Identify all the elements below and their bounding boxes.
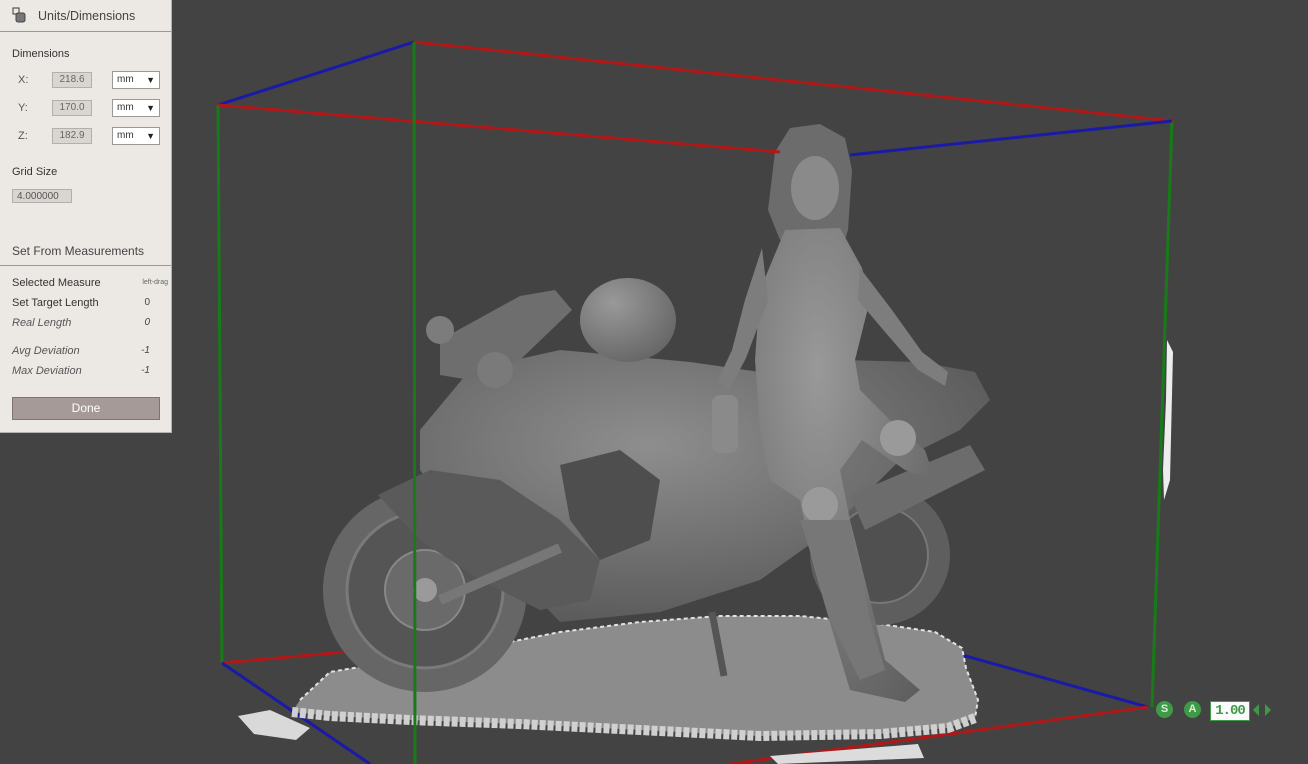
selected-measure-hint: left-drag xyxy=(142,279,168,286)
z-label: Z: xyxy=(18,130,28,142)
x-unit-value: mm xyxy=(117,74,134,85)
z-dimension-field[interactable]: 182.9 xyxy=(52,128,92,144)
x-dimension-field[interactable]: 218.6 xyxy=(52,72,92,88)
snap-toggle-button[interactable]: S xyxy=(1156,701,1173,718)
z-unit-select[interactable]: mm ▼ xyxy=(112,127,160,145)
done-button[interactable]: Done xyxy=(12,397,160,420)
set-from-measurements-label: Set From Measurements xyxy=(12,244,145,258)
z-unit-value: mm xyxy=(117,130,134,141)
grid-size-label: Grid Size xyxy=(12,166,58,178)
avg-deviation-label: Avg Deviation xyxy=(12,345,80,357)
align-toggle-button[interactable]: A xyxy=(1184,701,1201,718)
chevron-down-icon: ▼ xyxy=(146,103,155,113)
y-unit-value: mm xyxy=(117,102,134,113)
max-deviation-value: -1 xyxy=(141,365,150,376)
real-length-label: Real Length xyxy=(12,317,72,329)
grid-size-field[interactable]: 4.000000 xyxy=(12,189,72,203)
chevron-down-icon: ▼ xyxy=(146,75,155,85)
scale-stepper-arrows-icon[interactable] xyxy=(1251,701,1273,719)
max-deviation-label: Max Deviation xyxy=(12,365,82,377)
dimensions-label: Dimensions xyxy=(12,48,70,60)
3d-viewport[interactable] xyxy=(0,0,1308,764)
units-tool-icon xyxy=(12,7,26,23)
chevron-down-icon: ▼ xyxy=(146,131,155,141)
target-length-label: Set Target Length xyxy=(12,297,99,309)
y-unit-select[interactable]: mm ▼ xyxy=(112,99,160,117)
x-label: X: xyxy=(18,74,29,86)
panel-header: Units/Dimensions xyxy=(0,0,171,32)
panel-title: Units/Dimensions xyxy=(38,9,136,23)
scale-value-field[interactable]: 1.00 xyxy=(1210,701,1250,721)
target-length-value[interactable]: 0 xyxy=(144,297,150,308)
selected-measure-label: Selected Measure xyxy=(12,277,101,289)
avg-deviation-value: -1 xyxy=(141,345,150,356)
viewport-hud: S A 1.00 xyxy=(1156,701,1306,721)
divider xyxy=(0,265,171,266)
units-dimensions-panel: Units/Dimensions Dimensions X: 218.6 mm … xyxy=(0,0,172,433)
y-label: Y: xyxy=(18,102,28,114)
y-dimension-field[interactable]: 170.0 xyxy=(52,100,92,116)
real-length-value: 0 xyxy=(144,317,150,328)
x-unit-select[interactable]: mm ▼ xyxy=(112,71,160,89)
